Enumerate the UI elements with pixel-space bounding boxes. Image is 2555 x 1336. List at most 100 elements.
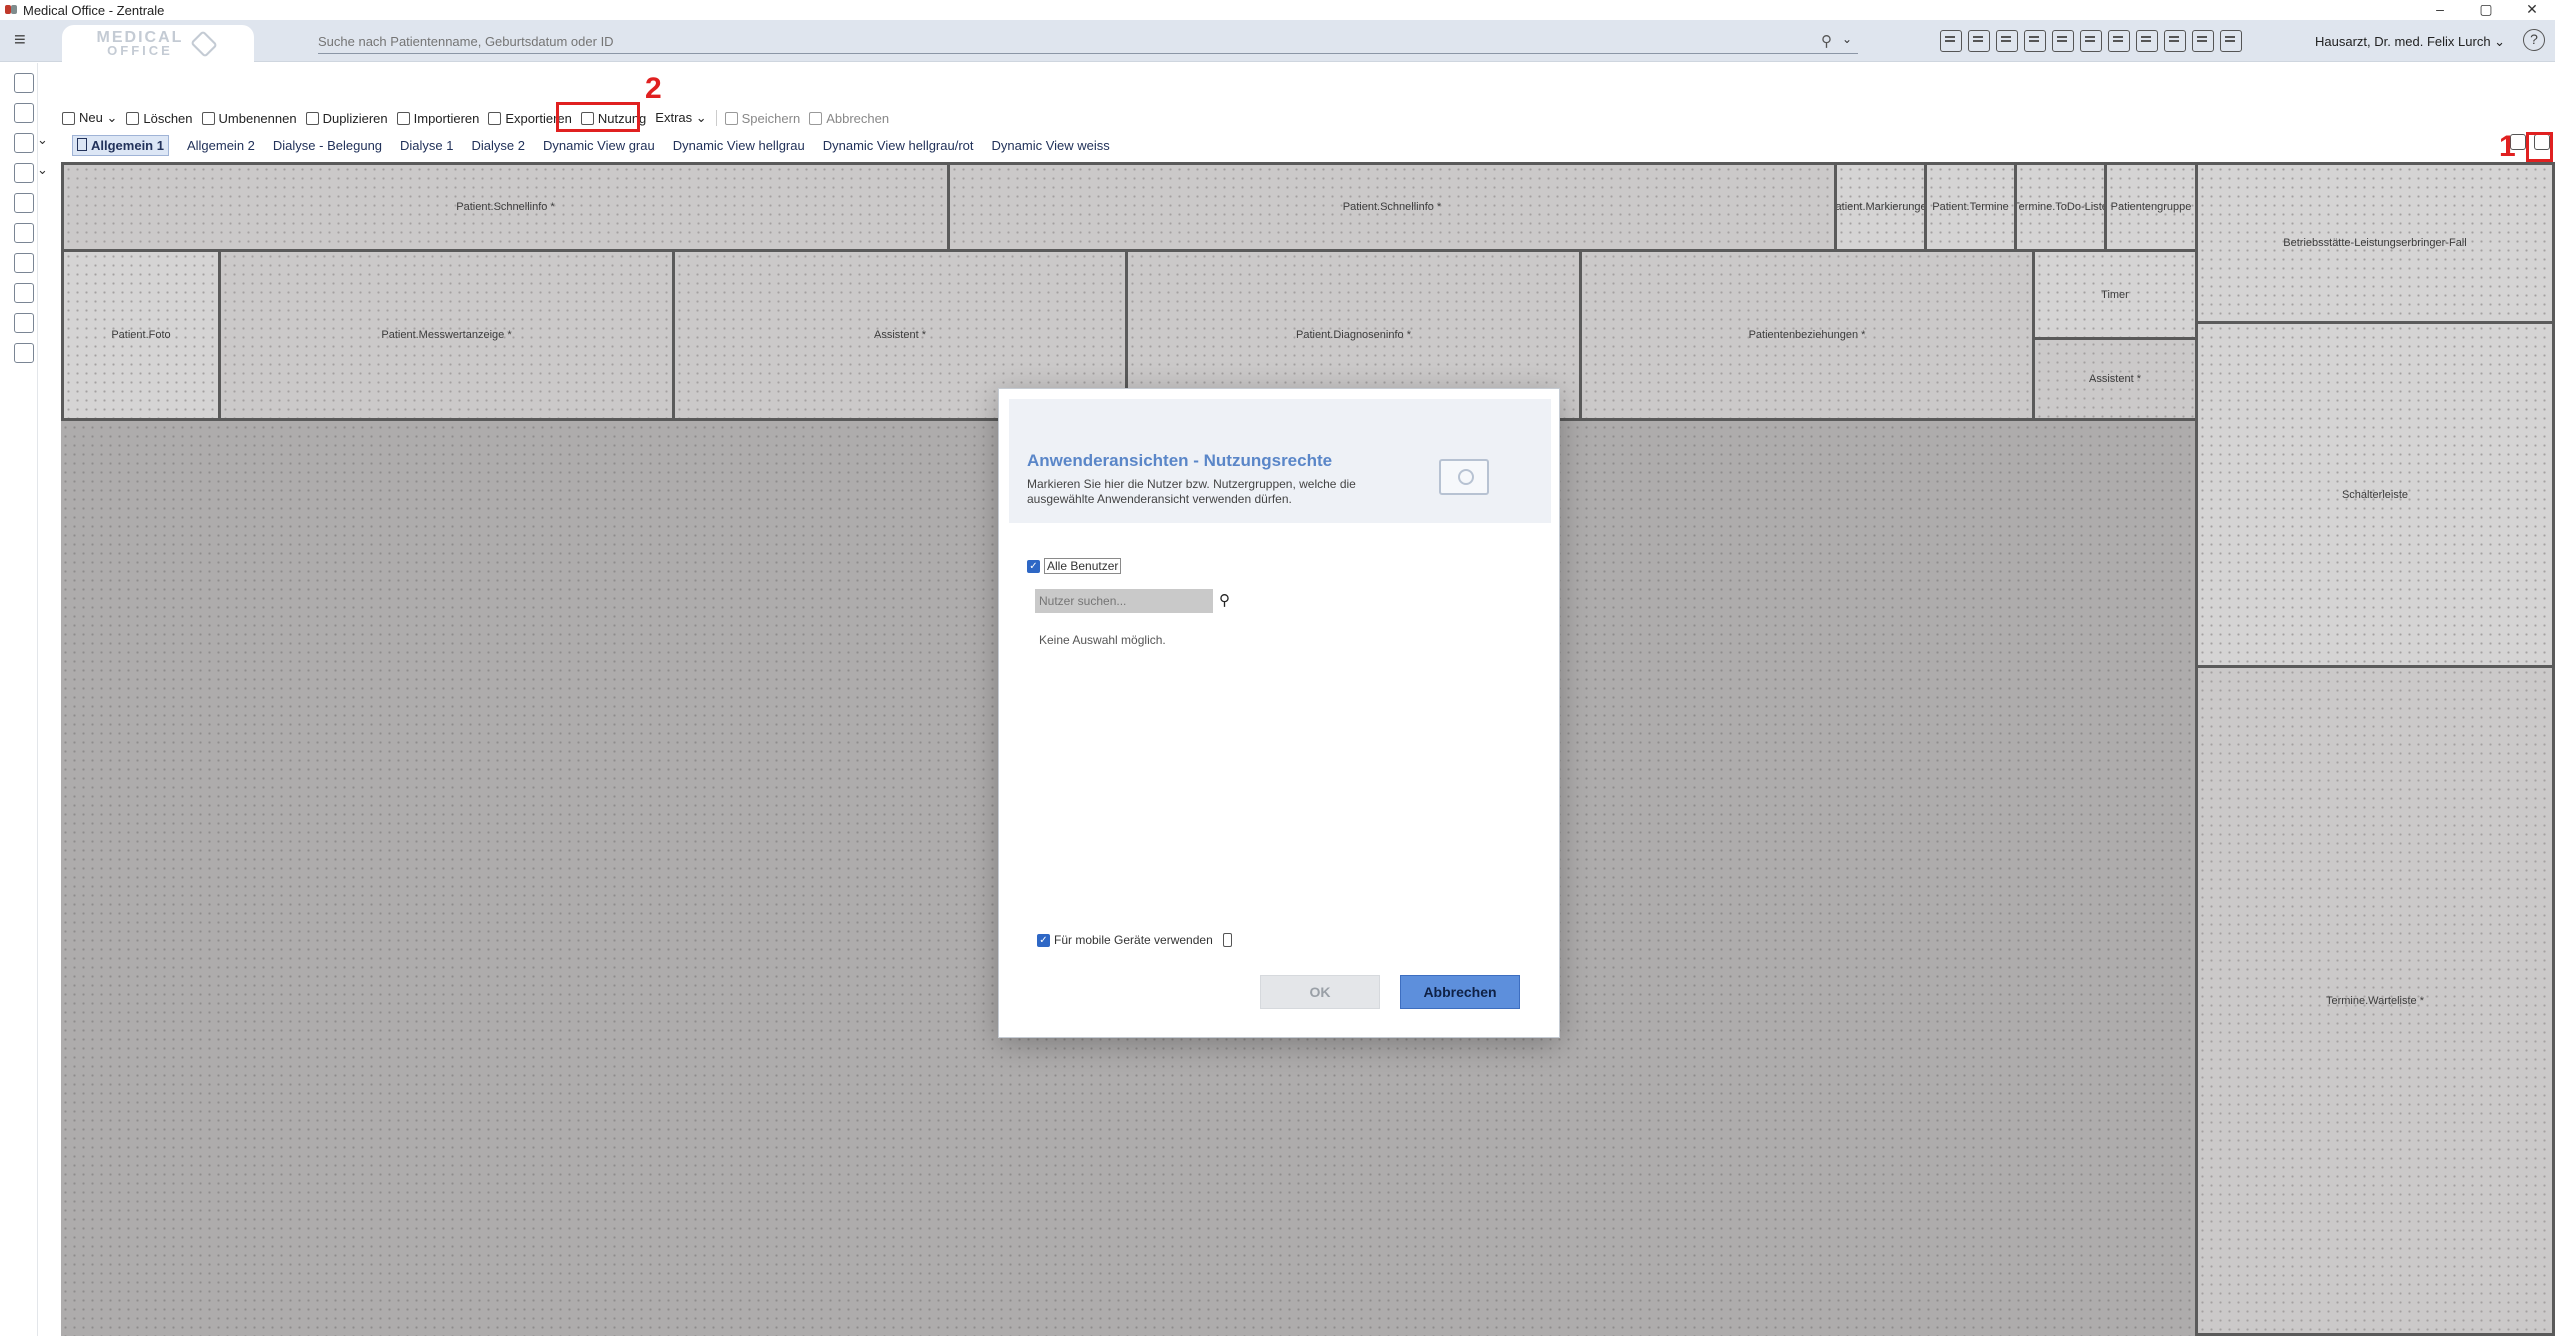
chat-icon[interactable] xyxy=(2192,30,2214,52)
tab-dynamic-view-hellgrau[interactable]: Dynamic View hellgrau xyxy=(673,138,805,153)
patient-search-bar: ⚲ ⌄ xyxy=(318,30,1858,54)
mobile-label: Für mobile Geräte verwenden xyxy=(1054,933,1213,947)
panel-messwertanzeige[interactable]: Patient.Messwertanzeige * xyxy=(218,249,675,421)
edit-icon[interactable] xyxy=(14,193,34,213)
toolbar: Neu ⌄ Löschen Umbenennen Duplizieren Imp… xyxy=(62,107,898,129)
document-icon[interactable] xyxy=(1968,30,1990,52)
menu-icon[interactable]: ≡ xyxy=(14,29,26,52)
tab-dynamic-view-weiss[interactable]: Dynamic View weiss xyxy=(992,138,1110,153)
logo-tab[interactable]: MEDICAL OFFICE xyxy=(62,25,254,62)
annotation-number-1: 1 xyxy=(2499,130,2516,163)
window-titlebar: Medical Office - Zentrale – ▢ ✕ xyxy=(0,0,2555,20)
user-menu[interactable]: Hausarzt, Dr. med. Felix Lurch ⌄ xyxy=(2315,34,2505,50)
help-icon[interactable]: ? xyxy=(2523,29,2545,51)
signature-icon[interactable] xyxy=(2108,30,2130,52)
tab-dialyse-belegung[interactable]: Dialyse - Belegung xyxy=(273,138,382,153)
dialog-description: Markieren Sie hier die Nutzer bzw. Nutze… xyxy=(1027,477,1356,506)
panel-patientenbeziehungen[interactable]: Patientenbeziehungen * xyxy=(1579,249,2035,421)
clipboard-icon[interactable] xyxy=(2080,30,2102,52)
search-icon[interactable]: ⚲ xyxy=(1821,32,1832,50)
patient-search-input[interactable] xyxy=(318,34,1798,49)
logo-text: MEDICAL OFFICE xyxy=(96,28,184,58)
mobile-checkbox-row[interactable]: ✓ Für mobile Geräte verwenden xyxy=(1037,933,1232,947)
all-users-checkbox[interactable]: ✓ xyxy=(1027,559,1040,573)
image-icon[interactable] xyxy=(14,103,34,123)
tab-dynamic-view-hellgrau-rot[interactable]: Dynamic View hellgrau/rot xyxy=(823,138,974,153)
import-button[interactable]: Importieren xyxy=(396,111,479,126)
dialog-title: Anwenderansichten - Nutzungsrechte xyxy=(1027,451,1333,470)
annotation-box-mobile-view xyxy=(2526,132,2553,162)
view-tabs: Allgemein 1 Allgemein 2 Dialyse - Belegu… xyxy=(72,134,1128,156)
all-users-checkbox-row[interactable]: ✓ Alle Benutzer xyxy=(1027,558,1122,574)
new-button[interactable]: Neu ⌄ xyxy=(62,110,117,126)
panel-schalterleiste[interactable]: Schalterleiste xyxy=(2195,321,2555,668)
panel-assistent-2[interactable]: Assistent * xyxy=(2032,337,2198,421)
tab-dialyse-1[interactable]: Dialyse 1 xyxy=(400,138,453,153)
left-sidebar xyxy=(0,63,48,1336)
app-header: ≡ MEDICAL OFFICE ⚲ ⌄ Hausarzt, Dr. med. … xyxy=(0,20,2555,62)
patient-file-icon[interactable] xyxy=(14,73,34,93)
user-search-input[interactable] xyxy=(1035,589,1213,613)
ok-button[interactable]: OK xyxy=(1260,975,1380,1009)
all-users-label: Alle Benutzer xyxy=(1044,558,1122,574)
extras-button[interactable]: Extras ⌄ xyxy=(655,110,706,126)
duplicate-button[interactable]: Duplizieren xyxy=(305,111,388,126)
card-reader-icon[interactable] xyxy=(1940,30,1962,52)
cancel-button[interactable]: Abbrechen xyxy=(1400,975,1520,1009)
minimize-button[interactable]: – xyxy=(2417,0,2463,20)
panel-schnellinfo-1[interactable]: Patient.Schnellinfo * xyxy=(61,162,950,252)
panel-termine[interactable]: Patient.Termine xyxy=(1924,162,2017,252)
printer-icon[interactable] xyxy=(2024,30,2046,52)
panel-markierungen[interactable]: Patient.Markierungen xyxy=(1834,162,1927,252)
panel-schnellinfo-2[interactable]: Patient.Schnellinfo * xyxy=(947,162,1837,252)
annotation-number-2: 2 xyxy=(645,72,662,105)
plus-icon xyxy=(62,111,75,125)
maximize-button[interactable]: ▢ xyxy=(2463,0,2509,20)
mail-icon[interactable] xyxy=(2136,30,2158,52)
panel-todo[interactable]: Termine.ToDo-Liste xyxy=(2014,162,2107,252)
panel-warteliste[interactable]: Termine.Warteliste * xyxy=(2195,665,2555,1336)
abort-button[interactable]: Abbrechen xyxy=(809,111,889,126)
window-title: Medical Office - Zentrale xyxy=(23,2,165,18)
export-icon xyxy=(488,111,502,125)
settings-icon[interactable] xyxy=(14,343,34,363)
copy-icon xyxy=(305,111,319,125)
tab-allgemein-1[interactable]: Allgemein 1 xyxy=(72,134,169,156)
users-icon[interactable] xyxy=(14,162,48,183)
pencil-icon xyxy=(201,111,215,125)
notes-icon[interactable] xyxy=(2220,30,2242,52)
close-button[interactable]: ✕ xyxy=(2509,0,2555,20)
mobile-device-icon xyxy=(1222,933,1232,947)
delete-icon xyxy=(126,111,140,125)
logo-mark-icon xyxy=(190,29,219,58)
panel-foto[interactable]: Patient.Foto xyxy=(61,249,221,421)
prescription-icon[interactable] xyxy=(14,223,34,243)
tab-allgemein-2[interactable]: Allgemein 2 xyxy=(187,138,255,153)
delete-button[interactable]: Löschen xyxy=(126,111,193,126)
tab-dynamic-view-grau[interactable]: Dynamic View grau xyxy=(543,138,655,153)
import-icon xyxy=(396,111,410,125)
window-controls: – ▢ ✕ xyxy=(2417,0,2555,20)
rename-button[interactable]: Umbenennen xyxy=(201,111,297,126)
patients-icon[interactable] xyxy=(1996,30,2018,52)
search-icon[interactable]: ⚲ xyxy=(1219,591,1230,609)
panel-betriebsstaette[interactable]: Betriebsstätte-Leistungserbringer-Fall xyxy=(2195,162,2555,324)
cloud-icon[interactable] xyxy=(14,283,34,303)
save-button[interactable]: Speichern xyxy=(724,111,800,126)
chart-icon[interactable] xyxy=(2164,30,2186,52)
form-icon[interactable] xyxy=(2052,30,2074,52)
chevron-down-icon[interactable]: ⌄ xyxy=(1842,32,1852,46)
tab-dialyse-2[interactable]: Dialyse 2 xyxy=(472,138,525,153)
panel-patientengruppe[interactable]: Patientengruppe xyxy=(2104,162,2198,252)
lab-icon[interactable] xyxy=(14,253,34,273)
annotation-box-usage xyxy=(556,102,640,132)
mobile-checkbox[interactable]: ✓ xyxy=(1037,933,1050,947)
header-shortcut-icons xyxy=(1940,30,2242,52)
monitor-settings-icon xyxy=(1439,459,1489,495)
no-selection-text: Keine Auswahl möglich. xyxy=(1039,633,1166,647)
calendar-icon[interactable] xyxy=(14,132,48,153)
bell-icon[interactable] xyxy=(14,313,34,333)
cancel-icon xyxy=(809,111,823,125)
panel-timer[interactable]: Timer xyxy=(2032,249,2198,340)
usage-rights-dialog: Anwenderansichten - Nutzungsrechte Marki… xyxy=(998,388,1560,1038)
